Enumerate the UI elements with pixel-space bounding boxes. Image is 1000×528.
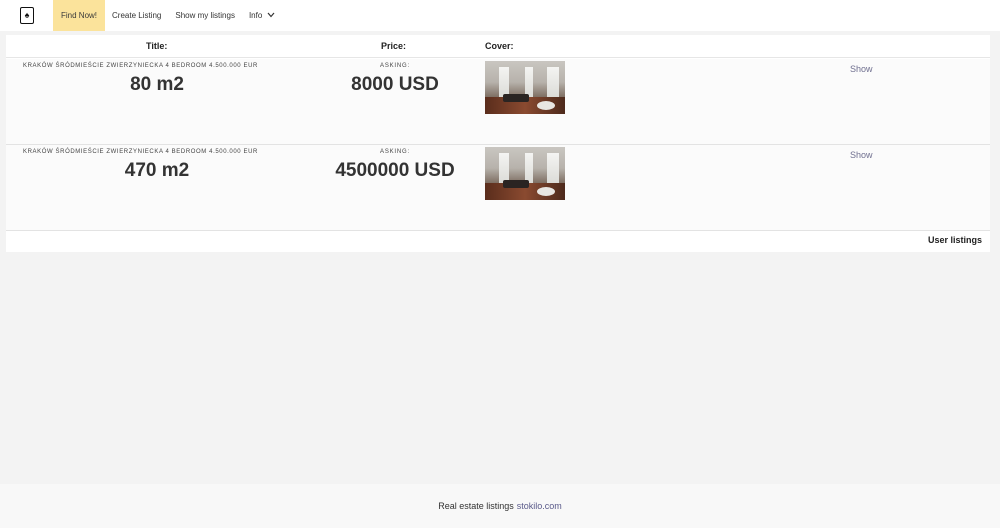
user-listings-link[interactable]: User listings (928, 235, 982, 245)
spade-logo-icon[interactable]: ♠ (20, 7, 34, 24)
header-title: Title: (146, 41, 168, 51)
table-header: Title: Price: Cover: (6, 35, 990, 58)
rug-shape (537, 101, 555, 110)
nav-find-now-label: Find Now! (61, 11, 98, 20)
sofa-shape (503, 94, 529, 102)
show-link[interactable]: Show (850, 64, 873, 74)
nav-find-now[interactable]: Find Now! (53, 0, 106, 31)
asking-label: ASKING: (380, 63, 410, 69)
chevron-down-icon (267, 11, 275, 20)
listing-title: KRAKÓW ŚRÓDMIEŚCIE ZWIERZYNIECKA 4 BEDRO… (23, 63, 258, 69)
cover-image[interactable] (485, 147, 565, 200)
listing-title: KRAKÓW ŚRÓDMIEŚCIE ZWIERZYNIECKA 4 BEDRO… (23, 149, 258, 155)
asking-label: ASKING: (380, 149, 410, 155)
nav-create-listing[interactable]: Create Listing (105, 0, 168, 31)
nav-info-dropdown[interactable]: Info (242, 0, 282, 31)
header-cover: Cover: (485, 41, 514, 51)
footer: Real estate listings stokilo.com (0, 484, 1000, 528)
rug-shape (537, 187, 555, 196)
header-price: Price: (381, 41, 407, 51)
table-row: KRAKÓW ŚRÓDMIEŚCIE ZWIERZYNIECKA 4 BEDRO… (6, 145, 990, 231)
nav-show-my-listings[interactable]: Show my listings (168, 0, 242, 31)
navbar: ♠ Find Now! Create Listing Show my listi… (0, 0, 1000, 31)
listing-area: 80 m2 (130, 74, 184, 95)
window-shape (525, 67, 533, 97)
window-shape (547, 153, 559, 183)
show-link[interactable]: Show (850, 150, 873, 160)
listings-table: Title: Price: Cover: KRAKÓW ŚRÓDMIEŚCIE … (6, 35, 990, 252)
sofa-shape (503, 180, 529, 188)
listing-area: 470 m2 (124, 160, 190, 181)
nav-show-my-listings-label: Show my listings (175, 11, 235, 20)
logo-glyph: ♠ (24, 10, 30, 20)
window-shape (525, 153, 533, 183)
window-shape (547, 67, 559, 97)
table-row: KRAKÓW ŚRÓDMIEŚCIE ZWIERZYNIECKA 4 BEDRO… (6, 59, 990, 145)
nav-create-listing-label: Create Listing (112, 11, 162, 20)
nav-menu: Find Now! Create Listing Show my listing… (53, 0, 282, 31)
footer-link[interactable]: stokilo.com (517, 501, 562, 511)
nav-info-label: Info (248, 11, 263, 20)
listing-price: 4500000 USD (335, 160, 455, 181)
window-shape (499, 153, 509, 183)
listing-price: 8000 USD (351, 74, 439, 95)
footer-text: Real estate listings (438, 501, 514, 511)
cover-image[interactable] (485, 61, 565, 114)
window-shape (499, 67, 509, 97)
